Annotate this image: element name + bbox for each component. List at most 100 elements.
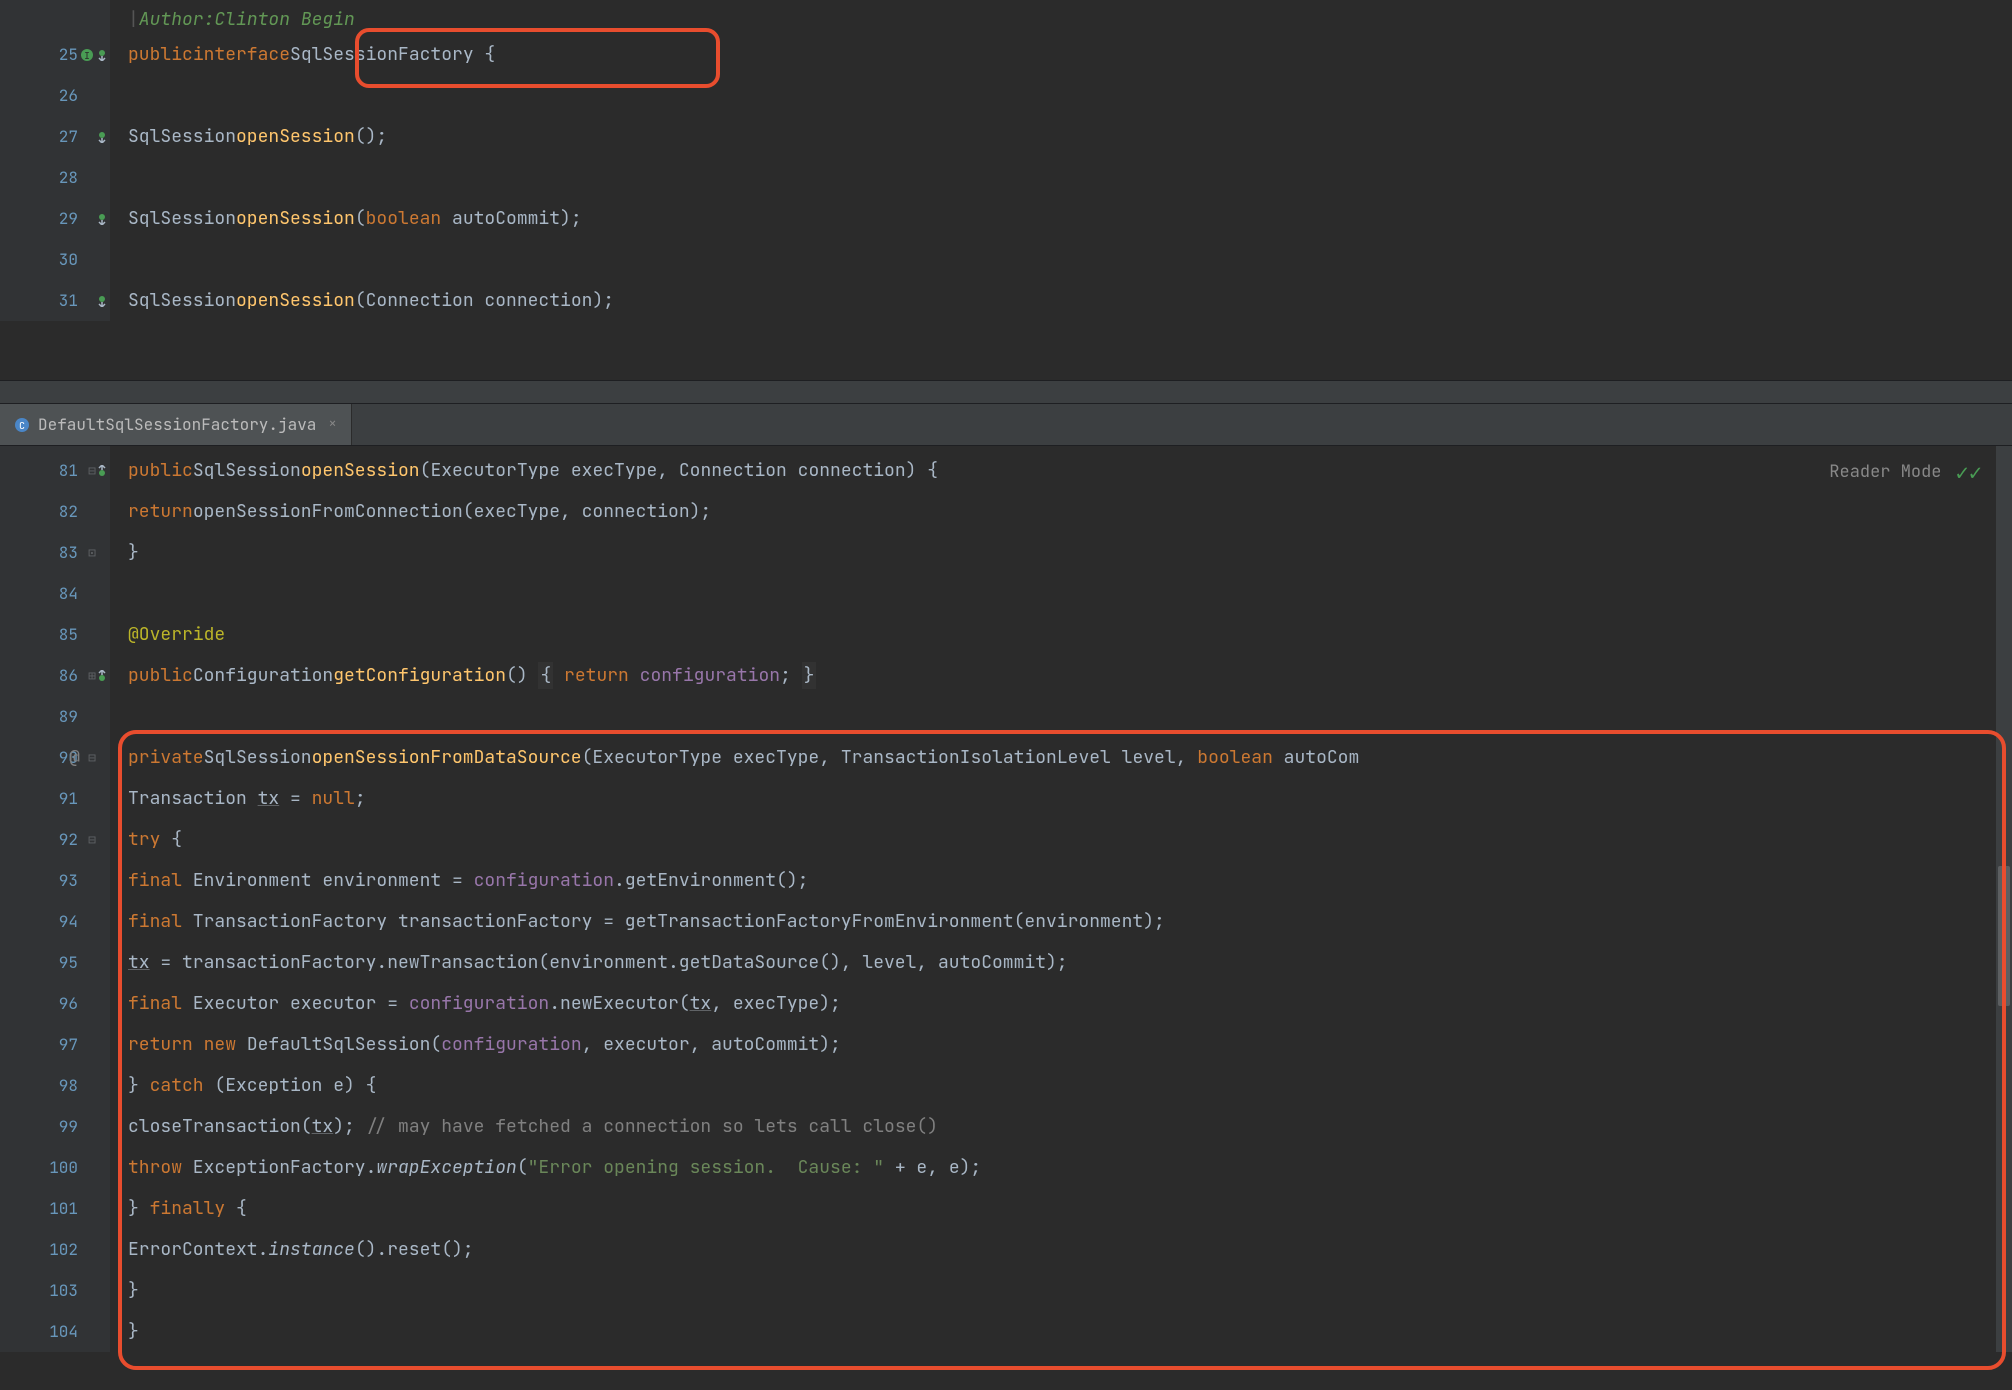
svg-text:I: I xyxy=(84,49,90,62)
gutter-line: 82 xyxy=(0,491,110,532)
code-area-bottom[interactable]: Reader Mode ✓✓ 81 ⊟ 82 83⊡ 84 85 86 ⊞ 89… xyxy=(0,446,2012,1352)
c: , xyxy=(657,457,679,484)
code-line[interactable]: final Executor executor = configuration.… xyxy=(110,983,2012,1024)
code-line[interactable] xyxy=(110,239,2012,280)
arg: connection xyxy=(582,498,690,525)
code-line[interactable]: } xyxy=(110,1270,2012,1311)
code-line[interactable]: | Author: Clinton Begin xyxy=(110,4,2012,34)
close-icon[interactable]: × xyxy=(328,414,336,435)
pn: connection xyxy=(787,457,906,484)
scrollbar-thumb[interactable] xyxy=(1998,866,2010,1006)
code-line[interactable]: final Environment environment = configur… xyxy=(110,860,2012,901)
type: Transaction xyxy=(128,785,258,812)
code-line[interactable]: private SqlSession openSessionFromDataSo… xyxy=(110,737,2012,778)
code-line[interactable] xyxy=(110,157,2012,198)
brace: { xyxy=(160,826,182,853)
gutter-line xyxy=(0,4,110,34)
code-line[interactable]: public Configuration getConfiguration() … xyxy=(110,655,2012,696)
code-line[interactable] xyxy=(110,573,2012,614)
code-line[interactable] xyxy=(110,75,2012,116)
pane-divider[interactable] xyxy=(0,380,2012,404)
gutter-icons[interactable] xyxy=(96,131,108,143)
code-area-top[interactable]: 25 I 26 27 28 29 30 31 | Author: Clinton… xyxy=(0,0,2012,321)
eq: = xyxy=(279,785,311,812)
fold-end-icon[interactable]: ⊡ xyxy=(88,543,96,563)
txt: TransactionFactory transactionFactory = … xyxy=(182,908,1165,935)
gutter-at-marker[interactable]: @ xyxy=(69,744,80,771)
scrollbar-track[interactable] xyxy=(1996,446,2012,1352)
fold-icon[interactable]: ⊟ xyxy=(88,830,96,850)
at-symbol: @ xyxy=(69,744,80,771)
fold-icon[interactable]: ⊟ xyxy=(88,748,96,768)
fold-collapsed-icon[interactable]: ⊞ xyxy=(88,666,96,686)
paren-close: ); xyxy=(560,205,582,232)
code-line[interactable]: public interface SqlSessionFactory { xyxy=(110,34,2012,75)
return-type: SqlSession xyxy=(128,287,236,314)
gutter-line: 96 xyxy=(0,983,110,1024)
fold-icon[interactable]: ⊟ xyxy=(88,461,96,481)
line-number: 103 xyxy=(49,1279,78,1303)
override-up-icon[interactable] xyxy=(96,465,108,477)
gutter-line: 89 xyxy=(0,696,110,737)
brace: } xyxy=(128,1072,150,1099)
gutter-line: 29 xyxy=(0,198,110,239)
kw: try xyxy=(128,826,160,853)
code-line[interactable]: SqlSession openSession(); xyxy=(110,116,2012,157)
tab-filename: DefaultSqlSessionFactory.java xyxy=(38,413,316,437)
line-number: 101 xyxy=(49,1197,78,1221)
implementation-icon[interactable] xyxy=(96,131,108,143)
type: SqlSession xyxy=(193,457,301,484)
method-name: openSession xyxy=(236,205,355,232)
file-tab[interactable]: C DefaultSqlSessionFactory.java × xyxy=(0,404,352,445)
brace: { xyxy=(225,1195,247,1222)
line-number: 102 xyxy=(49,1238,78,1262)
code-line[interactable]: return openSessionFromConnection(execTyp… xyxy=(110,491,2012,532)
code-line[interactable]: } catch (Exception e) { xyxy=(110,1065,2012,1106)
gutter-icons[interactable]: I xyxy=(80,48,108,62)
semi: ; xyxy=(355,785,366,812)
code-line[interactable]: } xyxy=(110,1311,2012,1352)
code-line[interactable]: tx = transactionFactory.newTransaction(e… xyxy=(110,942,2012,983)
gutter-icons[interactable] xyxy=(96,295,108,307)
gutter-icons[interactable] xyxy=(96,465,108,477)
code-line[interactable]: SqlSession openSession(Connection connec… xyxy=(110,280,2012,321)
code-line[interactable]: Transaction tx = null; xyxy=(110,778,2012,819)
override-up-icon[interactable] xyxy=(96,670,108,682)
code-line[interactable]: throw ExceptionFactory.wrapException("Er… xyxy=(110,1147,2012,1188)
code-line[interactable]: closeTransaction(tx); // may have fetche… xyxy=(110,1106,2012,1147)
keyword-interface: interface xyxy=(193,41,290,68)
doc-author-label: Author: xyxy=(139,6,215,33)
gutter-line: 100 xyxy=(0,1147,110,1188)
type: SqlSession xyxy=(204,744,312,771)
gutter-icons[interactable] xyxy=(96,670,108,682)
line-number: 28 xyxy=(59,166,78,190)
code-line[interactable]: return new DefaultSqlSession(configurati… xyxy=(110,1024,2012,1065)
code-line[interactable]: final TransactionFactory transactionFact… xyxy=(110,901,2012,942)
implementation-icon[interactable] xyxy=(96,213,108,225)
code-line[interactable]: public SqlSession openSession(ExecutorTy… xyxy=(110,450,2012,491)
field: configuration xyxy=(640,662,780,689)
code-body-top[interactable]: | Author: Clinton Begin public interface… xyxy=(110,0,2012,321)
code-line[interactable]: } xyxy=(110,532,2012,573)
code-line[interactable]: } finally { xyxy=(110,1188,2012,1229)
gutter-icons[interactable] xyxy=(96,213,108,225)
code-line[interactable]: ErrorContext.instance().reset(); xyxy=(110,1229,2012,1270)
gutter-line: 27 xyxy=(0,116,110,157)
txt: (Exception e) { xyxy=(204,1072,377,1099)
gutter-line: 31 xyxy=(0,280,110,321)
pt: TransactionIsolationLevel xyxy=(841,744,1111,771)
code-line[interactable]: SqlSession openSession(boolean autoCommi… xyxy=(110,198,2012,239)
txt: ExceptionFactory. xyxy=(182,1154,376,1181)
code-line[interactable]: @Override xyxy=(110,614,2012,655)
gutter-line: 93 xyxy=(0,860,110,901)
code-body-bottom[interactable]: public SqlSession openSession(ExecutorTy… xyxy=(110,446,2012,1352)
implementation-icon[interactable] xyxy=(96,49,108,61)
field: configuration xyxy=(441,1031,581,1058)
var: tx xyxy=(128,949,150,976)
line-number: 94 xyxy=(59,910,78,934)
code-line[interactable] xyxy=(110,696,2012,737)
param-type: Connection xyxy=(366,287,474,314)
code-line[interactable]: try { xyxy=(110,819,2012,860)
implementation-icon[interactable] xyxy=(96,295,108,307)
field: configuration xyxy=(474,867,614,894)
